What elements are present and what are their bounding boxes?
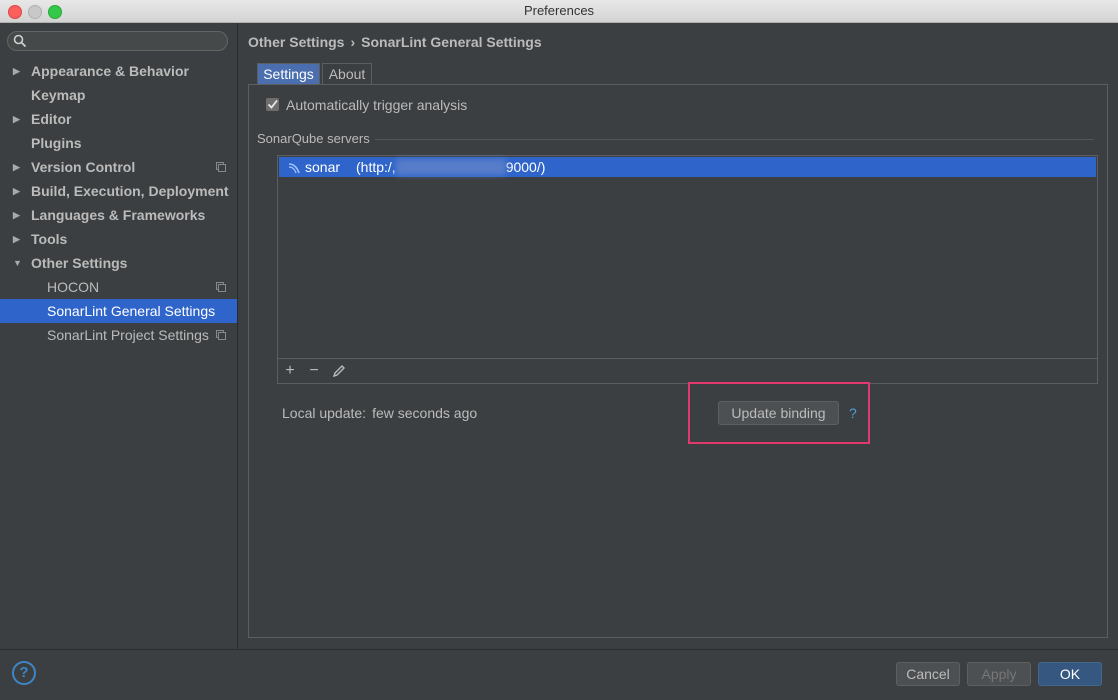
local-update-value: few seconds ago — [372, 405, 478, 421]
redacted-blur — [396, 159, 506, 175]
auto-trigger-label: Automatically trigger analysis — [286, 97, 468, 113]
apply-button[interactable]: Apply — [967, 662, 1031, 686]
server-url-head: (http:/, — [356, 159, 396, 175]
settings-search-input[interactable] — [7, 31, 228, 51]
tab-about[interactable]: About — [322, 63, 372, 84]
sidebar-item-hocon[interactable]: HOCON — [0, 275, 237, 299]
sidebar-item-label: Other Settings — [31, 255, 128, 271]
tab-settings[interactable]: Settings — [257, 63, 320, 84]
expand-arrow-icon[interactable]: ▶ — [13, 227, 20, 251]
sonarqube-icon — [287, 160, 301, 180]
edit-server-button[interactable] — [331, 364, 347, 383]
server-list[interactable]: sonar (http:/, 9000/) — [277, 155, 1098, 384]
sidebar-item-label: Appearance & Behavior — [31, 63, 189, 79]
update-binding-help-link[interactable]: ? — [849, 405, 857, 421]
project-settings-icon — [216, 282, 226, 292]
breadcrumb-parent: Other Settings — [248, 34, 345, 50]
sidebar-item-editor[interactable]: ▶ Editor — [0, 107, 237, 131]
sidebar-item-label: Build, Execution, Deployment — [31, 183, 229, 199]
collapse-arrow-icon[interactable]: ▼ — [13, 251, 22, 275]
project-settings-icon — [216, 162, 226, 172]
sidebar-item-label: SonarLint Project Settings — [47, 327, 209, 343]
sidebar-item-languages-frameworks[interactable]: ▶ Languages & Frameworks — [0, 203, 237, 227]
expand-arrow-icon[interactable]: ▶ — [13, 107, 20, 131]
sidebar-item-sonarlint-project-settings[interactable]: SonarLint Project Settings — [0, 323, 237, 347]
sidebar-item-label: Keymap — [31, 87, 86, 103]
breadcrumb-current: SonarLint General Settings — [361, 34, 542, 50]
remove-server-button[interactable]: − — [306, 362, 322, 380]
sidebar-item-label: HOCON — [47, 279, 100, 295]
close-window-button[interactable] — [8, 5, 22, 19]
sidebar-item-plugins[interactable]: Plugins — [0, 131, 237, 155]
sidebar-item-tools[interactable]: ▶ Tools — [0, 227, 237, 251]
sidebar-item-label: Plugins — [31, 135, 82, 151]
sidebar-item-label: Version Control — [31, 159, 136, 175]
expand-arrow-icon[interactable]: ▶ — [13, 203, 20, 227]
expand-arrow-icon[interactable]: ▶ — [13, 155, 20, 179]
local-update-label: Local update: — [282, 405, 367, 421]
sidebar-item-label: SonarLint General Settings — [47, 303, 216, 319]
sidebar-item-build-execution-deployment[interactable]: ▶ Build, Execution, Deployment — [0, 179, 237, 203]
sidebar-item-other-settings[interactable]: ▼ Other Settings — [0, 251, 237, 275]
sidebar-item-keymap[interactable]: Keymap — [0, 83, 237, 107]
sidebar-item-label: Tools — [31, 231, 68, 247]
checkmark-icon — [267, 99, 278, 109]
auto-trigger-checkbox[interactable] — [266, 98, 279, 111]
search-icon — [13, 34, 27, 53]
maximize-window-button[interactable] — [48, 5, 62, 19]
project-settings-icon — [216, 330, 226, 340]
server-list-toolbar: + − — [277, 358, 1098, 384]
local-update-status: Local update: few seconds ago — [282, 405, 477, 421]
breadcrumb: Other Settings › SonarLint General Setting… — [248, 34, 542, 50]
settings-sidebar: ▶ Appearance & Behavior Keymap ▶ Editor … — [0, 23, 238, 649]
update-binding-button[interactable]: Update binding — [718, 401, 839, 425]
server-list-row[interactable]: sonar (http:/, 9000/) — [279, 157, 1096, 177]
pencil-icon — [332, 365, 345, 378]
title-bar: Preferences — [0, 0, 1118, 23]
help-button[interactable]: ? — [12, 661, 36, 685]
sidebar-item-sonarlint-general-settings[interactable]: SonarLint General Settings — [0, 299, 237, 323]
sidebar-item-label: Editor — [31, 111, 72, 127]
ok-button[interactable]: OK — [1038, 662, 1102, 686]
window-title: Preferences — [523, 3, 595, 18]
expand-arrow-icon[interactable]: ▶ — [13, 59, 20, 83]
servers-group-title: SonarQube servers — [257, 131, 370, 146]
sidebar-item-appearance-behavior[interactable]: ▶ Appearance & Behavior — [0, 59, 237, 83]
add-server-button[interactable]: + — [282, 362, 298, 380]
server-name: sonar — [305, 159, 341, 175]
expand-arrow-icon[interactable]: ▶ — [13, 179, 20, 203]
group-divider — [375, 139, 1094, 140]
minimize-window-button[interactable] — [28, 5, 42, 19]
cancel-button[interactable]: Cancel — [896, 662, 960, 686]
breadcrumb-separator: › — [350, 34, 356, 50]
footer-divider — [0, 649, 1118, 650]
sidebar-item-label: Languages & Frameworks — [31, 207, 206, 223]
sidebar-item-version-control[interactable]: ▶ Version Control — [0, 155, 237, 179]
server-url-tail: 9000/) — [505, 159, 546, 175]
